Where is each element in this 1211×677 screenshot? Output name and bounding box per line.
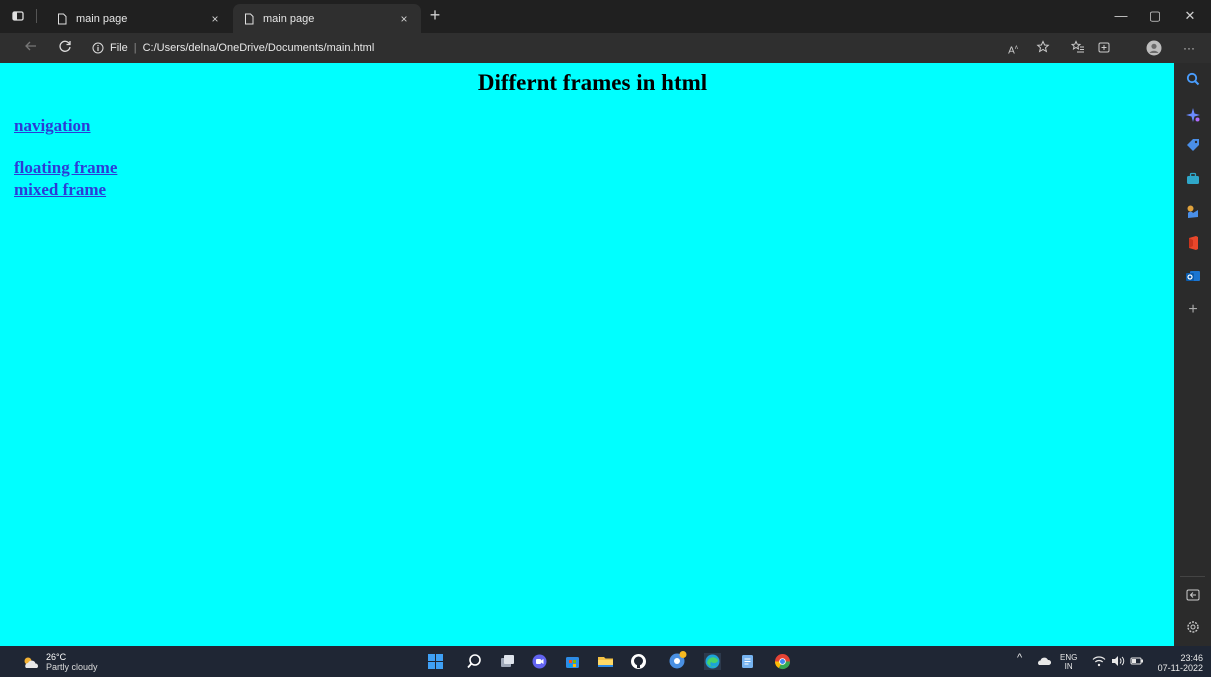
clock-date: 07-11-2022 [1157,663,1203,673]
close-tab-icon[interactable]: × [208,12,222,26]
search-icon[interactable] [466,653,483,670]
onedrive-cloud-icon[interactable] [1037,655,1051,667]
close-tab-icon[interactable]: × [397,12,411,26]
clock-time: 23:46 [1180,653,1203,663]
shopping-tag-icon[interactable] [1185,137,1201,153]
page-icon [58,13,67,24]
windows-taskbar: 26°C Partly cloudy ^ ENG IN 23:46 07-11-… [0,646,1211,677]
region-code: IN [1064,662,1073,671]
title-bar-separator [36,9,37,23]
restore-button[interactable]: ▢ [1142,6,1168,26]
notepad-icon[interactable] [739,653,756,670]
navigation-bar: File | C:/Users/delna/OneDrive/Documents… [0,33,1211,63]
games-icon[interactable] [1185,203,1201,219]
outlook-icon[interactable] [1185,268,1201,284]
task-view-icon[interactable] [499,653,516,670]
workspaces-icon[interactable] [12,10,24,22]
minimize-button[interactable]: — [1108,6,1134,26]
read-aloud-icon[interactable]: Aʌ [1005,40,1021,56]
tab-title: main page [76,12,128,25]
weather-widget[interactable]: 26°C Partly cloudy [22,652,98,672]
github-icon[interactable] [630,653,647,670]
profile-icon[interactable] [1146,40,1162,56]
back-button[interactable] [22,39,40,57]
address-separator: | [133,42,137,54]
tab-main-page-2[interactable]: main page × [233,4,421,33]
weather-description: Partly cloudy [46,662,98,672]
show-hidden-icons-chevron[interactable]: ^ [1017,652,1022,664]
settings-icon[interactable] [1185,619,1201,635]
edge-sidebar: + [1174,63,1211,646]
tab-title: main page [263,12,315,25]
file-scheme-label: File [110,42,128,54]
more-icon[interactable]: ··· [1181,40,1197,56]
collections-icon[interactable] [1096,40,1112,56]
info-icon[interactable] [92,42,104,54]
file-explorer-icon[interactable] [597,653,614,670]
page-content: Differnt frames in html navigation float… [0,63,1174,646]
volume-icon[interactable] [1111,655,1125,667]
tab-main-page-1[interactable]: main page × [46,4,232,33]
wifi-icon[interactable] [1092,655,1106,667]
page-icon [245,13,254,24]
chrome-canary-icon[interactable] [668,650,688,670]
copilot-icon[interactable] [1185,107,1201,123]
close-window-button[interactable]: ✕ [1177,6,1203,26]
battery-icon[interactable] [1130,655,1144,667]
tools-icon[interactable] [1185,170,1201,186]
weather-temperature: 26°C [46,652,67,662]
add-icon[interactable]: + [1185,302,1201,318]
navigation-link[interactable]: navigation [14,116,91,136]
new-tab-button[interactable]: + [425,5,445,25]
back-arrow-icon [25,41,36,51]
page-title: Differnt frames in html [477,70,708,95]
teams-chat-icon[interactable] [531,653,548,670]
refresh-icon [59,40,71,52]
system-clock[interactable]: 23:46 07-11-2022 [1147,653,1203,673]
mixed-frame-link[interactable]: mixed frame [14,180,106,200]
microsoft-store-icon[interactable] [564,653,581,670]
language-code: ENG [1060,653,1078,662]
refresh-button[interactable] [56,39,74,57]
sidebar-divider [1180,576,1205,577]
address-bar[interactable]: File | C:/Users/delna/OneDrive/Documents… [92,37,592,59]
favorite-icon[interactable] [1035,40,1051,56]
title-bar: main page × main page × + — ▢ ✕ [0,0,1211,33]
partly-cloudy-icon [24,657,38,668]
url-text[interactable]: C:/Users/delna/OneDrive/Documents/main.h… [143,42,375,54]
hide-sidebar-icon[interactable] [1185,587,1201,603]
edge-icon[interactable] [704,653,721,670]
language-indicator[interactable]: ENG IN [1060,653,1077,671]
favorites-list-icon[interactable] [1070,40,1086,56]
windows-start-icon[interactable] [427,653,444,670]
office-icon[interactable] [1185,235,1201,251]
floating-frame-link[interactable]: floating frame [14,158,117,178]
search-icon[interactable] [1185,71,1201,87]
chrome-icon[interactable] [774,653,791,670]
